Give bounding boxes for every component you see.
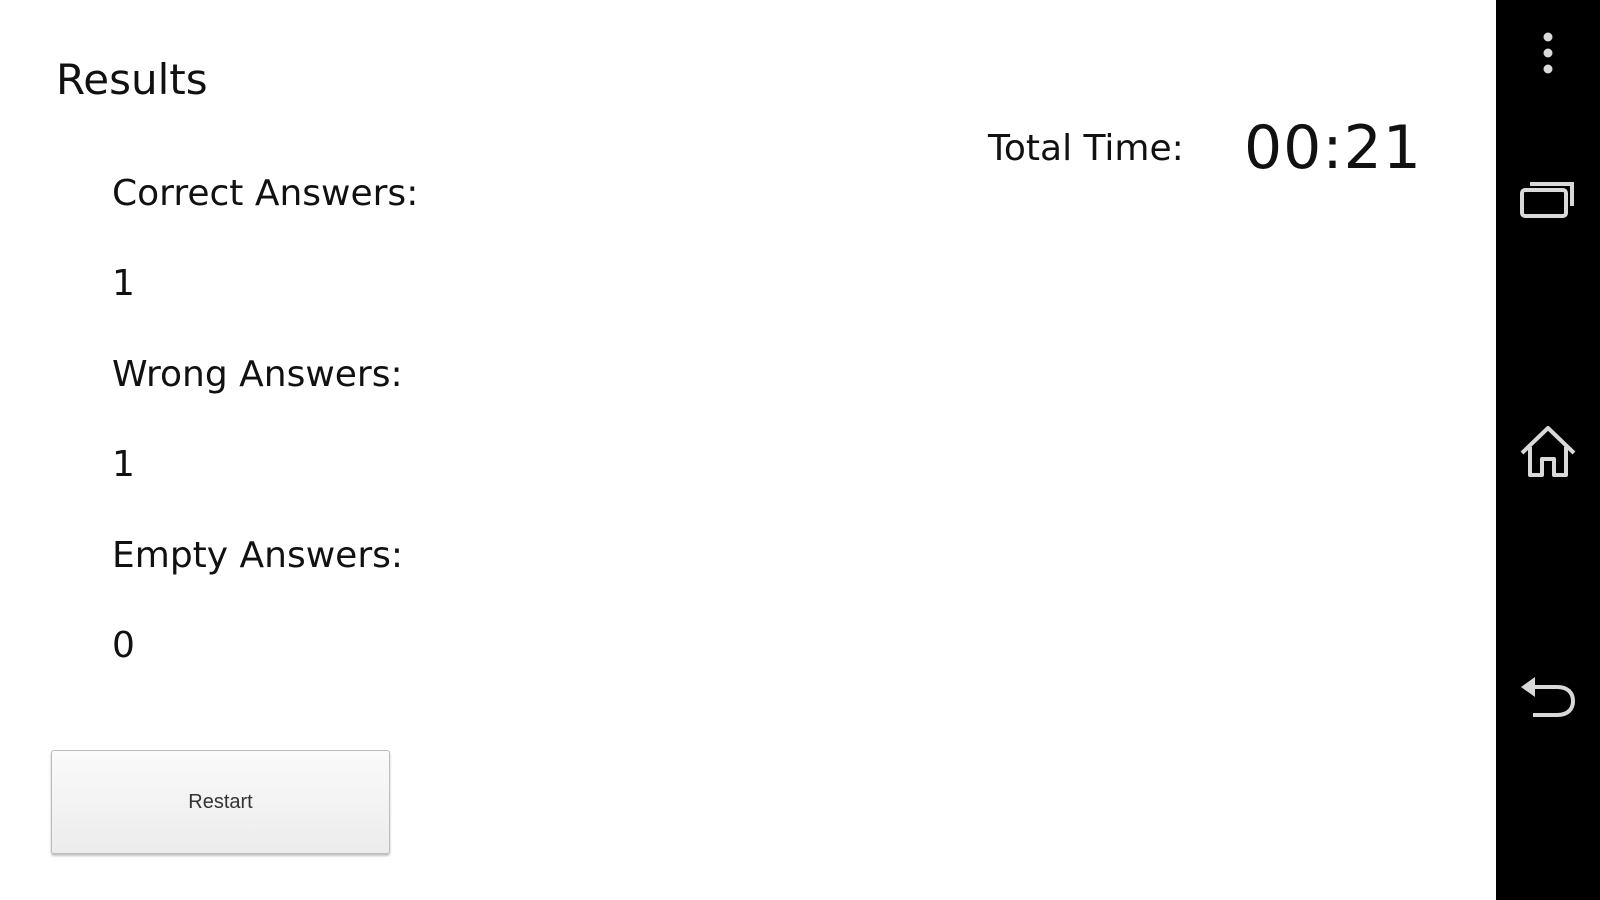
empty-answers-label: Empty Answers: xyxy=(112,535,404,576)
total-time-label: Total Time: xyxy=(988,128,1184,169)
correct-answers-value: 1 xyxy=(112,263,135,304)
overflow-menu-button[interactable] xyxy=(1496,8,1600,98)
overflow-menu-icon xyxy=(1543,32,1553,74)
back-icon xyxy=(1521,677,1576,717)
home-icon xyxy=(1520,426,1576,477)
system-navigation-bar xyxy=(1496,0,1600,900)
recent-apps-button[interactable] xyxy=(1496,155,1600,245)
restart-button[interactable]: Restart xyxy=(51,750,390,854)
results-screen: Results Correct Answers: 1 Wrong Answers… xyxy=(0,0,1600,900)
empty-answers-value: 0 xyxy=(112,625,135,666)
wrong-answers-value: 1 xyxy=(112,444,135,485)
wrong-answers-label: Wrong Answers: xyxy=(112,354,403,395)
correct-answers-label: Correct Answers: xyxy=(112,173,419,214)
restart-button-label: Restart xyxy=(188,790,253,813)
back-button[interactable] xyxy=(1496,655,1600,745)
results-panel: Results Correct Answers: 1 Wrong Answers… xyxy=(0,0,1496,900)
page-title: Results xyxy=(56,55,208,104)
total-time-value: 00:21 xyxy=(1244,113,1422,183)
recent-apps-icon xyxy=(1520,182,1574,218)
home-button[interactable] xyxy=(1496,407,1600,497)
